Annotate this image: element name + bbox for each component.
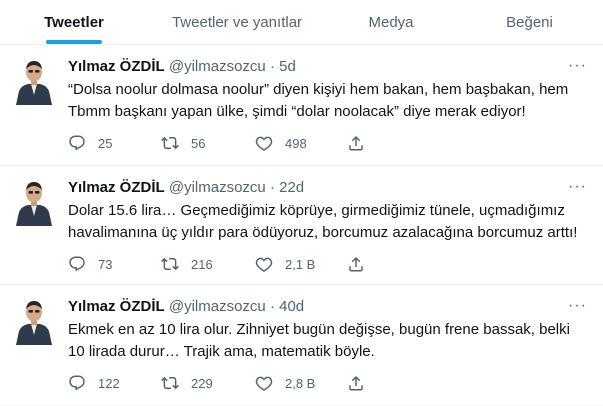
author-handle[interactable]: @yilmazsozcu [169, 58, 266, 75]
reply-count: 73 [98, 256, 113, 272]
like-button[interactable]: 2,8 B [255, 374, 347, 392]
share-icon [349, 135, 363, 151]
tweet-actions: 73 216 2,1 B [68, 254, 587, 274]
retweet-icon [161, 376, 179, 390]
author-name[interactable]: Yılmaz ÖZDİL [68, 298, 165, 315]
tweet-actions: 122 229 2,8 B [68, 373, 587, 393]
heart-icon [255, 136, 273, 151]
avatar[interactable] [14, 57, 54, 105]
like-count: 498 [285, 135, 307, 151]
retweet-icon [161, 136, 179, 150]
tab-likes[interactable]: Beğeni [456, 0, 603, 44]
tweet-header: Yılmaz ÖZDİL @yilmazsozcu · 5d [68, 45, 587, 77]
reply-count: 122 [98, 375, 120, 391]
avatar[interactable] [14, 297, 54, 345]
tab-likes-label: Beğeni [506, 13, 553, 31]
retweet-button[interactable]: 56 [161, 134, 255, 152]
tweet-timestamp[interactable]: 40d [279, 298, 304, 315]
tab-tweets[interactable]: Tweetler [0, 0, 148, 44]
heart-icon [255, 376, 273, 391]
tweet[interactable]: Yılmaz ÖZDİL @yilmazsozcu · 22d ··· Dola… [0, 166, 603, 285]
retweet-icon [161, 257, 179, 271]
like-count: 2,8 B [285, 375, 316, 391]
more-options-icon[interactable]: ··· [568, 297, 587, 315]
reply-button[interactable]: 25 [68, 134, 161, 152]
tab-tweets-label: Tweetler [44, 13, 104, 31]
like-count: 2,1 B [285, 256, 316, 272]
tweet-header: Yılmaz ÖZDİL @yilmazsozcu · 40d [68, 285, 587, 317]
retweet-count: 56 [191, 135, 206, 151]
share-button[interactable] [347, 134, 427, 152]
more-options-icon[interactable]: ··· [568, 178, 587, 196]
separator-dot: · [269, 179, 275, 196]
author-handle[interactable]: @yilmazsozcu [169, 298, 266, 315]
author-name[interactable]: Yılmaz ÖZDİL [68, 179, 165, 196]
tweet-text: Dolar 15.6 lira… Geçmediğimiz köprüye, g… [68, 202, 578, 241]
tweet-header: Yılmaz ÖZDİL @yilmazsozcu · 22d [68, 166, 587, 198]
share-icon [349, 375, 363, 391]
heart-icon [255, 257, 273, 272]
reply-button[interactable]: 122 [68, 374, 161, 392]
retweet-count: 229 [191, 375, 213, 391]
tweet-timestamp[interactable]: 22d [279, 179, 304, 196]
tab-tweets-and-replies[interactable]: Tweetler ve yanıtlar [148, 0, 326, 44]
like-button[interactable]: 498 [255, 134, 347, 152]
retweet-button[interactable]: 216 [161, 255, 255, 273]
tab-tweets-and-replies-label: Tweetler ve yanıtlar [171, 13, 303, 31]
tweet[interactable]: Yılmaz ÖZDİL @yilmazsozcu · 5d ··· “Dols… [0, 45, 603, 166]
retweet-button[interactable]: 229 [161, 374, 255, 392]
separator-dot: · [269, 58, 275, 75]
author-name[interactable]: Yılmaz ÖZDİL [68, 58, 165, 75]
tweet-timestamp[interactable]: 5d [279, 58, 296, 75]
reply-icon [69, 256, 85, 272]
active-tab-indicator [46, 40, 102, 44]
share-icon [349, 256, 363, 272]
reply-icon [69, 135, 85, 151]
reply-icon [69, 375, 85, 391]
tweet-text: “Dolsa noolur dolmasa noolur” diyen kişi… [68, 81, 569, 120]
tab-media[interactable]: Medya [326, 0, 456, 44]
reply-button[interactable]: 73 [68, 255, 161, 273]
like-button[interactable]: 2,1 B [255, 255, 347, 273]
share-button[interactable] [347, 255, 427, 273]
reply-count: 25 [98, 135, 113, 151]
tweet[interactable]: Yılmaz ÖZDİL @yilmazsozcu · 40d ··· Ekme… [0, 285, 603, 406]
avatar[interactable] [14, 178, 54, 226]
share-button[interactable] [347, 374, 427, 392]
tweet-text: Ekmek en az 10 lira olur. Zihniyet bugün… [68, 321, 570, 360]
tab-media-label: Medya [368, 13, 414, 31]
profile-tabs: Tweetler Tweetler ve yanıtlar Medya Beğe… [0, 0, 603, 45]
retweet-count: 216 [191, 256, 213, 272]
more-options-icon[interactable]: ··· [568, 57, 587, 75]
author-handle[interactable]: @yilmazsozcu [169, 179, 266, 196]
tweet-actions: 25 56 498 [68, 133, 587, 153]
separator-dot: · [269, 298, 275, 315]
